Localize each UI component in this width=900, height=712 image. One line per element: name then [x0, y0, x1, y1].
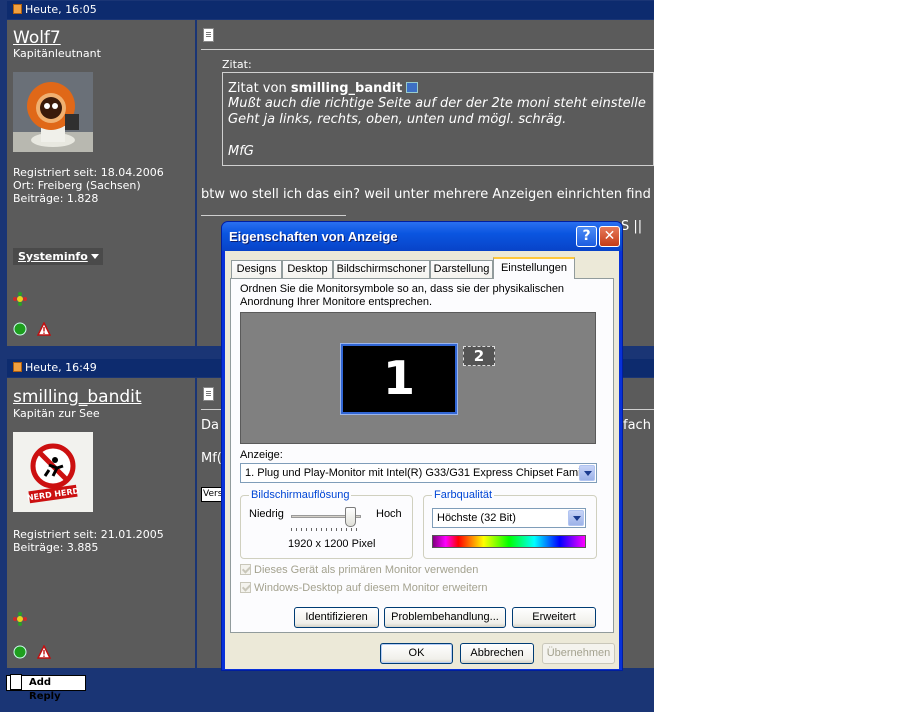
checkbox-checked-icon	[240, 582, 251, 593]
color-spectrum-preview	[432, 535, 586, 548]
display-select-value: 1. Plug und Play-Monitor mit Intel(R) G3…	[245, 467, 589, 479]
color-quality-group: Farbqualität Höchste (32 Bit)	[423, 489, 597, 559]
tab-designs[interactable]: Designs	[231, 260, 282, 278]
extend-desktop-label: Windows-Desktop auf diesem Monitor erwei…	[254, 582, 488, 594]
post-icon	[13, 4, 22, 14]
apply-button[interactable]: Übernehmen	[542, 643, 615, 664]
sysinfo-dropdown[interactable]: Systeminfo	[13, 248, 103, 265]
divider	[201, 49, 654, 50]
dialog-title: Eigenschaften von Anzeige	[229, 229, 398, 244]
monitor-arrangement-area: 1 2	[240, 312, 596, 444]
display-select[interactable]: 1. Plug und Play-Monitor mit Intel(R) G3…	[240, 463, 597, 483]
troubleshoot-button[interactable]: Problembehandlung...	[384, 607, 506, 628]
report-warning-icon[interactable]	[37, 645, 51, 659]
user-meta: Registriert seit: 18.04.2006 Ort: Freibe…	[13, 166, 164, 205]
reply-icon	[10, 674, 22, 690]
online-status-icon	[13, 645, 27, 659]
user-meta: Registriert seit: 21.01.2005 Beiträge: 3…	[13, 528, 164, 554]
display-properties-dialog: Eigenschaften von Anzeige ? ✕ Designs De…	[221, 221, 623, 671]
tab-settings[interactable]: Einstellungen	[493, 257, 575, 279]
resolution-low-label: Niedrig	[249, 508, 284, 520]
extend-desktop-checkbox[interactable]: Windows-Desktop auf diesem Monitor erwei…	[240, 582, 488, 594]
post-message-end: fach	[623, 418, 651, 433]
post-header: Heute, 16:05	[7, 1, 654, 19]
quote-line: Mußt auch die richtige Seite auf der der…	[228, 96, 646, 111]
flower-icon	[13, 612, 27, 626]
user-rank: Kapitän zur See	[13, 407, 100, 420]
tab-appearance[interactable]: Darstellung	[430, 260, 493, 278]
avatar	[13, 72, 93, 152]
add-reply-label: Add Reply	[29, 677, 61, 702]
chevron-down-icon	[90, 254, 99, 259]
color-quality-group-title: Farbqualität	[432, 489, 495, 501]
dialog-titlebar[interactable]: Eigenschaften von Anzeige ? ✕	[222, 222, 622, 251]
signature-fragment: S ||	[621, 219, 643, 234]
settings-panel: Ordnen Sie die Monitorsymbole so an, das…	[230, 278, 614, 633]
color-quality-value: Höchste (32 Bit)	[437, 512, 516, 524]
close-button[interactable]: ✕	[599, 226, 620, 247]
user-column: smilling_bandit Kapitän zur See NERD HER…	[7, 378, 195, 668]
tab-desktop[interactable]: Desktop	[282, 260, 333, 278]
quote-label: Zitat:	[222, 58, 252, 71]
post-message-start: Da	[201, 418, 219, 433]
checkbox-checked-icon	[240, 564, 251, 575]
post-timestamp: Heute, 16:05	[25, 3, 97, 16]
report-warning-icon[interactable]	[37, 322, 51, 336]
resolution-group-title: Bildschirmauflösung	[249, 489, 352, 501]
signature-divider	[201, 215, 346, 216]
document-icon	[203, 28, 214, 42]
resolution-high-label: Hoch	[376, 508, 402, 520]
quote-line: MfG	[228, 144, 254, 159]
user-registered: Registriert seit: 21.01.2005	[13, 528, 164, 541]
post-message: btw wo stell ich das ein? weil unter meh…	[201, 187, 651, 202]
user-post-count: Beiträge: 3.885	[13, 541, 99, 554]
display-label: Anzeige:	[240, 449, 283, 461]
document-icon	[203, 387, 214, 401]
resolution-slider-ticks	[291, 528, 361, 531]
quote-header: Zitat von smilling_bandit	[228, 81, 648, 96]
quote-line: Geht ja links, rechts, oben, unten und m…	[228, 112, 567, 127]
primary-monitor-label: Dieses Gerät als primären Monitor verwen…	[254, 564, 479, 576]
username-link[interactable]: Wolf7	[13, 28, 61, 48]
tab-screensaver[interactable]: Bildschirmschoner	[333, 260, 430, 278]
help-button[interactable]: ?	[576, 226, 597, 247]
identify-button[interactable]: Identifizieren	[294, 607, 379, 628]
resolution-group: Bildschirmauflösung Niedrig Hoch 1920 x …	[240, 489, 413, 559]
quote-prefix: Zitat von	[228, 81, 287, 96]
advanced-button[interactable]: Erweitert	[512, 607, 596, 628]
arrangement-instructions: Ordnen Sie die Monitorsymbole so an, das…	[240, 283, 565, 308]
primary-monitor-checkbox[interactable]: Dieses Gerät als primären Monitor verwen…	[240, 564, 478, 576]
quote-box: Zitat von smilling_bandit Mußt auch die …	[222, 72, 654, 166]
user-rank: Kapitänleutnant	[13, 47, 101, 60]
sysinfo-label: Systeminfo	[18, 250, 88, 263]
view-post-icon[interactable]	[406, 82, 419, 93]
quote-line	[228, 128, 648, 144]
post-signature: Mf(	[201, 451, 222, 466]
user-post-count: Beiträge: 1.828	[13, 192, 99, 205]
chevron-down-icon	[579, 465, 595, 481]
quote-author: smilling_bandit	[290, 81, 403, 96]
monitor-2-icon[interactable]: 2	[463, 346, 495, 366]
resolution-value: 1920 x 1200 Pixel	[288, 538, 376, 550]
user-column: Wolf7 Kapitänleutnant Registriert seit: …	[7, 20, 195, 346]
user-registered: Registriert seit: 18.04.2006	[13, 166, 164, 179]
user-location: Ort: Freiberg (Sachsen)	[13, 179, 141, 192]
post-icon	[13, 362, 22, 372]
color-quality-select[interactable]: Höchste (32 Bit)	[432, 508, 586, 528]
dialog-client: Designs Desktop Bildschirmschoner Darste…	[225, 251, 619, 669]
forum-footer	[0, 668, 654, 712]
ok-button[interactable]: OK	[380, 643, 453, 664]
cancel-button[interactable]: Abbrechen	[460, 643, 534, 664]
flower-icon	[13, 292, 27, 306]
chevron-down-icon	[568, 510, 584, 526]
add-reply-button[interactable]: Add Reply	[6, 674, 86, 702]
resolution-slider-thumb[interactable]	[345, 507, 356, 527]
monitor-1-icon[interactable]: 1	[340, 343, 458, 415]
online-status-icon	[13, 322, 27, 336]
post-timestamp: Heute, 16:49	[25, 361, 97, 374]
username-link[interactable]: smilling_bandit	[13, 387, 142, 407]
avatar: NERD HERD	[13, 432, 93, 512]
